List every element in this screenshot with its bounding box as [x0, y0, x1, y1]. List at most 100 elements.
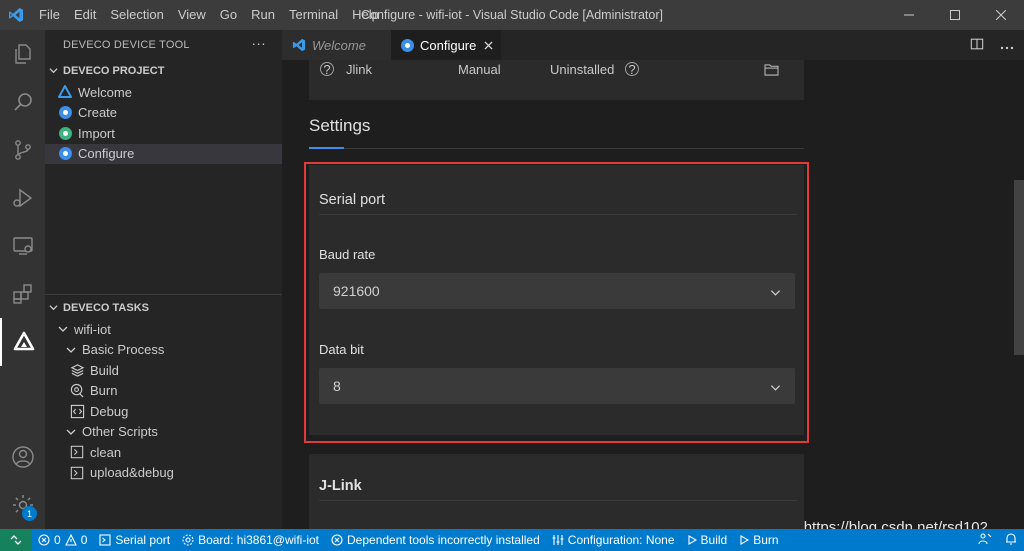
- circle-blue-icon: [401, 38, 414, 52]
- circle-blue-icon: [57, 146, 73, 162]
- menu-edit[interactable]: Edit: [67, 0, 103, 30]
- task-root-wifi-iot[interactable]: wifi-iot: [45, 319, 282, 340]
- project-item-create[interactable]: Create: [45, 103, 282, 124]
- error-count: 0: [54, 533, 61, 547]
- vertical-scrollbar[interactable]: [1014, 180, 1024, 355]
- chevron-down-icon: [49, 66, 63, 77]
- task-upload-debug[interactable]: upload&debug: [45, 463, 282, 484]
- editor-tabs: Welcome Configure: [282, 30, 1024, 60]
- folder-icon[interactable]: [764, 63, 779, 79]
- help-circle-icon[interactable]: ?: [625, 62, 639, 77]
- title-bar: File Edit Selection View Go Run Terminal…: [0, 0, 1024, 30]
- task-clean[interactable]: clean: [45, 442, 282, 463]
- more-actions-icon[interactable]: [1000, 37, 1014, 53]
- task-group-other[interactable]: Other Scripts: [45, 422, 282, 443]
- account-icon[interactable]: [0, 433, 45, 481]
- sidebar-title: DEVECO DEVICE TOOL: [63, 39, 190, 51]
- problems-indicator[interactable]: 0 0: [32, 529, 93, 551]
- settings-underline: [309, 147, 344, 149]
- feedback-icon[interactable]: [978, 532, 992, 549]
- remote-indicator[interactable]: [0, 529, 32, 551]
- tab-configure[interactable]: Configure: [391, 30, 501, 60]
- menu-run[interactable]: Run: [244, 0, 282, 30]
- item-label: wifi-iot: [74, 321, 111, 337]
- sidebar-header: DEVECO DEVICE TOOL ···: [45, 30, 282, 60]
- more-actions-icon[interactable]: ···: [251, 35, 266, 51]
- terminal-icon: [69, 444, 85, 460]
- item-label: upload&debug: [90, 465, 174, 481]
- status-bar: 0 0 Serial port Board: hi3861@wifi-iot D…: [0, 529, 1024, 551]
- help-circle-icon[interactable]: ?: [320, 62, 334, 77]
- deveco-project-section[interactable]: DEVECO PROJECT: [45, 60, 282, 82]
- task-burn[interactable]: Burn: [45, 381, 282, 402]
- vscode-logo-icon: [0, 0, 32, 30]
- deveco-logo-icon: [57, 84, 73, 100]
- close-tab-icon[interactable]: [484, 37, 493, 53]
- tool-mode: Manual: [458, 62, 501, 77]
- run-debug-icon[interactable]: [0, 174, 45, 222]
- maximize-button[interactable]: [932, 0, 978, 30]
- circle-blue-icon: [57, 105, 73, 121]
- editor-actions: [970, 30, 1014, 60]
- minimize-button[interactable]: [886, 0, 932, 30]
- item-label: Basic Process: [82, 342, 165, 358]
- configure-editor: ? Jlink Manual Uninstalled ? Settings Se…: [282, 60, 1024, 529]
- activity-bar: 1: [0, 30, 45, 529]
- remote-explorer-icon[interactable]: [0, 222, 45, 270]
- item-label: Build: [90, 362, 119, 378]
- deveco-tasks-section[interactable]: DEVECO TASKS: [45, 297, 282, 319]
- divider: [344, 148, 804, 149]
- task-build[interactable]: Build: [45, 360, 282, 381]
- menu-terminal[interactable]: Terminal: [282, 0, 345, 30]
- menu-help[interactable]: Help: [345, 0, 386, 30]
- configuration-label: Configuration: None: [567, 533, 675, 547]
- serial-port-label: Serial port: [115, 533, 171, 547]
- burn-icon: [69, 383, 85, 399]
- item-label: Create: [78, 105, 118, 121]
- menu-view[interactable]: View: [171, 0, 213, 30]
- extensions-icon[interactable]: [0, 270, 45, 318]
- project-item-import[interactable]: Import: [45, 123, 282, 144]
- menu-go[interactable]: Go: [213, 0, 244, 30]
- settings-badge: 1: [22, 506, 37, 521]
- sidebar: DEVECO DEVICE TOOL ··· DEVECO PROJECT We…: [45, 30, 282, 529]
- build-label: Build: [700, 533, 728, 547]
- tool-name: Jlink: [346, 62, 373, 77]
- item-label: Welcome: [78, 84, 132, 100]
- board-status[interactable]: Board: hi3861@wifi-iot: [176, 529, 325, 551]
- item-label: Import: [78, 125, 115, 141]
- manage-gear-icon[interactable]: 1: [0, 481, 45, 529]
- section-title: DEVECO PROJECT: [63, 65, 165, 77]
- burn-status-button[interactable]: Burn: [733, 529, 784, 551]
- code-icon: [69, 403, 85, 419]
- project-item-welcome[interactable]: Welcome: [45, 82, 282, 103]
- search-icon[interactable]: [0, 78, 45, 126]
- jlink-heading: J-Link: [319, 478, 362, 494]
- chevron-down-icon: [57, 321, 69, 337]
- source-control-icon[interactable]: [0, 126, 45, 174]
- menu-selection[interactable]: Selection: [103, 0, 170, 30]
- task-debug[interactable]: Debug: [45, 401, 282, 422]
- tools-status[interactable]: Dependent tools incorrectly installed: [325, 529, 546, 551]
- build-status-button[interactable]: Build: [681, 529, 734, 551]
- close-window-button[interactable]: [978, 0, 1024, 30]
- status-right: [978, 529, 1018, 551]
- serial-port-status[interactable]: Serial port: [93, 529, 176, 551]
- deveco-tool-icon[interactable]: [0, 318, 45, 366]
- red-highlight-box: [304, 162, 809, 443]
- burn-label: Burn: [753, 533, 779, 547]
- tools-label: Dependent tools incorrectly installed: [347, 533, 540, 547]
- tab-welcome[interactable]: Welcome: [282, 30, 391, 60]
- tool-row-jlink: ? Jlink Manual Uninstalled ?: [309, 60, 804, 100]
- vscode-logo-icon: [292, 38, 306, 52]
- board-label: Board: hi3861@wifi-iot: [198, 533, 319, 547]
- jlink-card: J-Link: [309, 454, 804, 529]
- menu-file[interactable]: File: [32, 0, 67, 30]
- split-editor-icon[interactable]: [970, 37, 984, 54]
- task-group-basic[interactable]: Basic Process: [45, 340, 282, 361]
- configuration-status[interactable]: Configuration: None: [546, 529, 681, 551]
- notifications-bell-icon[interactable]: [1004, 532, 1018, 549]
- project-item-configure[interactable]: Configure: [45, 143, 282, 164]
- window-controls: [886, 0, 1024, 30]
- explorer-icon[interactable]: [0, 30, 45, 78]
